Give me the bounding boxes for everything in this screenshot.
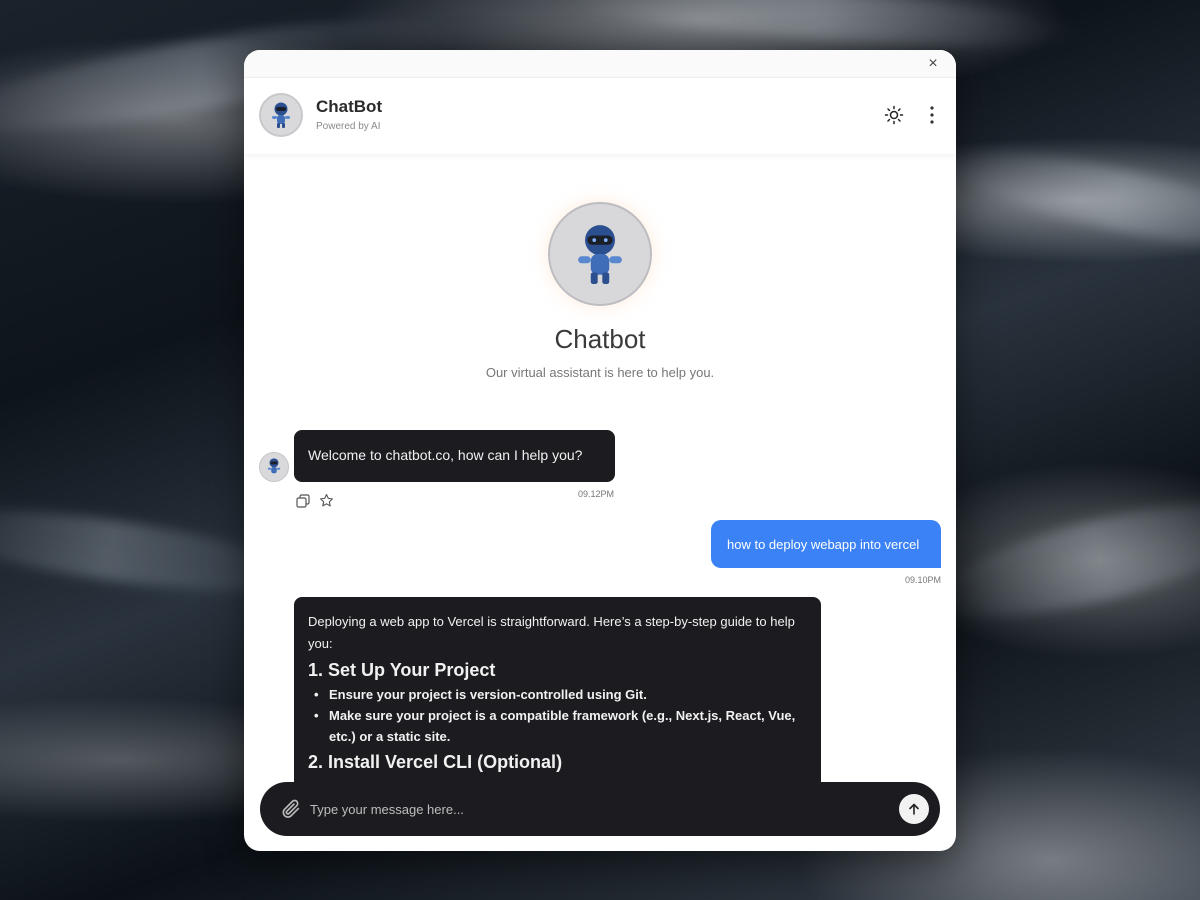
hero-title: Chatbot	[554, 324, 646, 354]
robot-avatar-icon	[578, 225, 622, 284]
theme-toggle-button[interactable]	[884, 105, 904, 125]
star-icon	[320, 494, 333, 507]
chatbot-subtitle: Powered by AI	[316, 121, 381, 132]
bot-message: Welcome to chatbot.co, how can I help yo…	[294, 430, 615, 482]
message-input[interactable]	[310, 794, 890, 824]
send-button[interactable]	[899, 794, 929, 824]
copy-icon	[296, 494, 310, 508]
step-heading: 1. Set Up Your Project	[308, 660, 496, 680]
step-heading: 2. Install Vercel CLI (Optional)	[308, 752, 563, 772]
paperclip-icon	[282, 799, 300, 818]
user-message: how to deploy webapp into vercel	[711, 520, 941, 568]
message-timestamp: 09.10PM	[905, 575, 942, 585]
robot-avatar-icon	[272, 102, 290, 128]
background-highlight	[925, 480, 1200, 640]
attach-button[interactable]	[280, 798, 302, 820]
step-list: Ensure your project is version-controlle…	[308, 684, 807, 747]
chat-window: × ChatBot Powered by AI Chatbot Our virt…	[244, 50, 956, 851]
hero-avatar	[548, 202, 652, 306]
step-bullet: Ensure your project is version-controlle…	[314, 684, 807, 705]
avatar	[259, 93, 303, 137]
sun-icon	[884, 105, 904, 125]
close-button[interactable]: ×	[924, 55, 942, 73]
message-timestamp: 09.12PM	[578, 489, 615, 499]
more-vertical-icon	[930, 106, 934, 124]
bot-message: Deploying a web app to Vercel is straigh…	[294, 597, 821, 797]
copy-button[interactable]	[296, 494, 310, 508]
message-composer	[260, 782, 940, 836]
favorite-button[interactable]	[319, 493, 334, 508]
chat-header: ChatBot Powered by AI	[244, 78, 956, 154]
hero-subtitle: Our virtual assistant is here to help yo…	[485, 365, 715, 380]
more-options-button[interactable]	[924, 105, 940, 125]
background-highlight	[937, 133, 1200, 267]
close-icon: ×	[928, 55, 938, 72]
window-topbar: ×	[244, 50, 956, 78]
robot-avatar-icon	[267, 458, 281, 474]
chat-content: Chatbot Our virtual assistant is here to…	[244, 154, 956, 851]
message-intro: Deploying a web app to Vercel is straigh…	[308, 614, 795, 651]
step-bullet: Make sure your project is a compatible f…	[314, 705, 807, 747]
chatbot-title: ChatBot	[316, 97, 383, 116]
bot-message-avatar	[259, 452, 289, 482]
arrow-up-icon	[909, 803, 919, 815]
